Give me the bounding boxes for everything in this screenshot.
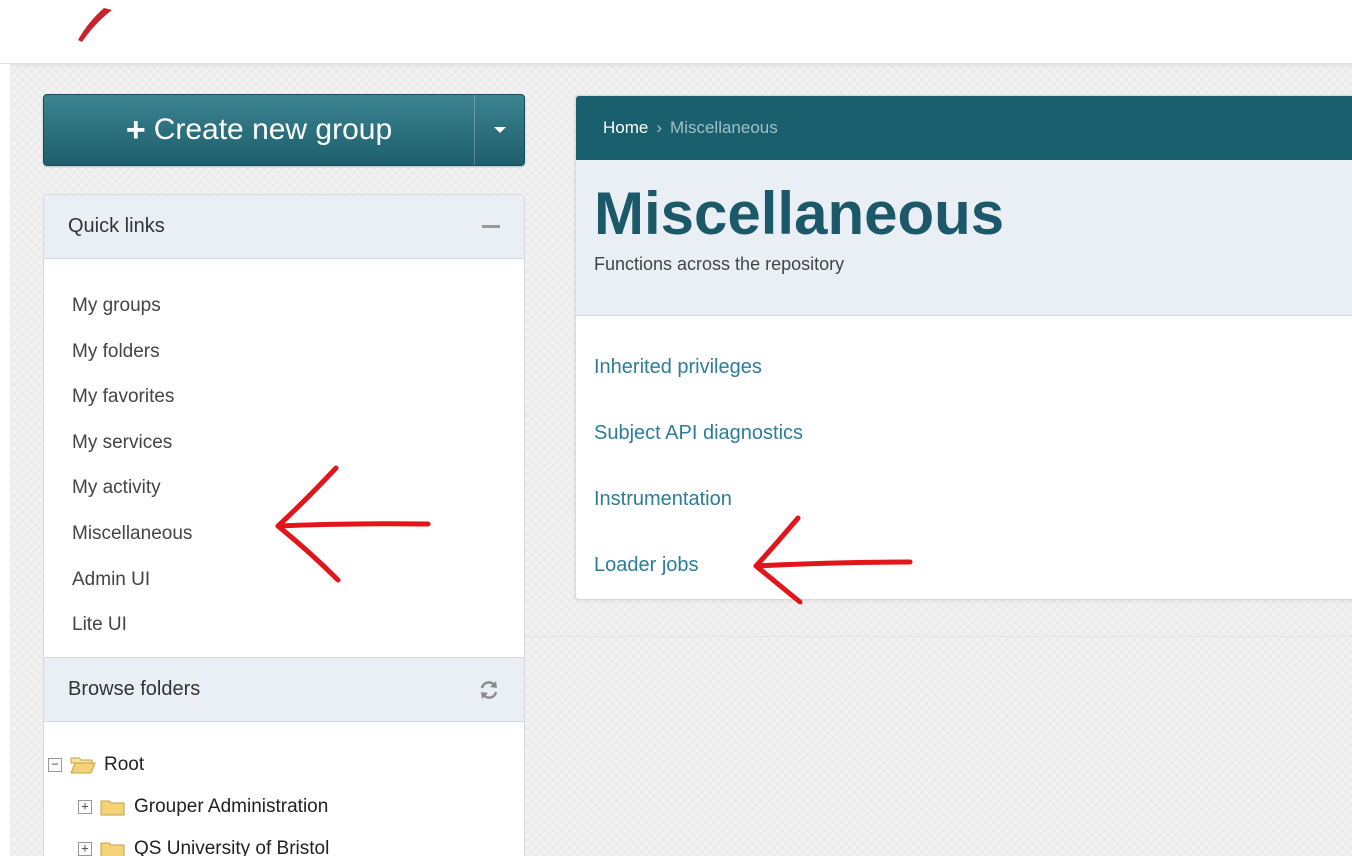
quick-link-lite-ui[interactable]: Lite UI — [72, 602, 524, 648]
caret-down-icon — [493, 127, 506, 133]
collapse-icon[interactable] — [482, 225, 500, 228]
expand-toggle-icon[interactable]: + — [78, 800, 92, 814]
page-subtitle: Functions across the repository — [594, 254, 845, 274]
logo-icon — [78, 8, 112, 42]
breadcrumb-home-link[interactable]: Home — [603, 118, 648, 138]
page-title: Miscellaneous — [594, 180, 1005, 247]
open-folder-icon — [70, 757, 96, 774]
tree-node-root[interactable]: − Root — [48, 744, 524, 786]
tree-node-label[interactable]: Root — [104, 754, 144, 776]
folder-icon — [100, 800, 125, 816]
tree-node-qs-university-of-bristol[interactable]: + QS University of Bristol — [48, 828, 524, 856]
browse-folders-title: Browse folders — [68, 678, 201, 700]
expand-toggle-icon[interactable]: + — [78, 842, 92, 856]
create-new-group-button-group: + Create new group — [43, 94, 525, 166]
plus-icon: + — [125, 111, 146, 149]
breadcrumb-separator: › — [656, 118, 663, 137]
annotation-arrow-loader-jobs — [753, 515, 913, 605]
content-divider — [525, 636, 1352, 637]
quick-links-header: Quick links — [44, 195, 524, 259]
browse-folders-panel: Browse folders − Root + Grouper Administ… — [43, 657, 525, 856]
quick-links-title: Quick links — [68, 215, 165, 237]
link-instrumentation[interactable]: Instrumentation — [594, 486, 1352, 552]
create-dropdown-toggle[interactable] — [474, 95, 524, 165]
quick-link-my-services[interactable]: My services — [72, 420, 524, 466]
annotation-arrow-miscellaneous — [275, 465, 431, 583]
quick-link-my-folders[interactable]: My folders — [72, 329, 524, 375]
top-header — [0, 0, 1352, 64]
link-subject-api-diagnostics[interactable]: Subject API diagnostics — [594, 420, 1352, 486]
quick-link-my-favorites[interactable]: My favorites — [72, 374, 524, 420]
browse-folders-header: Browse folders — [44, 658, 524, 722]
main-content-card: Home › Miscellaneous Miscellaneous Funct… — [575, 95, 1352, 600]
create-new-group-label: Create new group — [153, 113, 393, 146]
breadcrumb-current: Miscellaneous — [670, 118, 778, 137]
link-inherited-privileges[interactable]: Inherited privileges — [594, 354, 1352, 420]
tree-node-grouper-administration[interactable]: + Grouper Administration — [48, 786, 524, 828]
tree-node-label[interactable]: QS University of Bristol — [134, 838, 329, 856]
left-edge-strip — [0, 64, 10, 856]
link-loader-jobs[interactable]: Loader jobs — [594, 552, 1352, 599]
folder-icon — [100, 842, 125, 856]
create-new-group-button[interactable]: + Create new group — [44, 95, 474, 165]
refresh-icon[interactable] — [478, 679, 500, 701]
function-links-list: Inherited privileges Subject API diagnos… — [576, 316, 1352, 599]
breadcrumb: Home › Miscellaneous — [576, 96, 1352, 160]
tree-node-label[interactable]: Grouper Administration — [134, 796, 328, 818]
page-header: Miscellaneous Functions across the repos… — [576, 160, 1352, 316]
folder-tree: − Root + Grouper Administration + QS Uni… — [44, 722, 524, 856]
collapse-toggle-icon[interactable]: − — [48, 758, 62, 772]
quick-link-my-groups[interactable]: My groups — [72, 283, 524, 329]
